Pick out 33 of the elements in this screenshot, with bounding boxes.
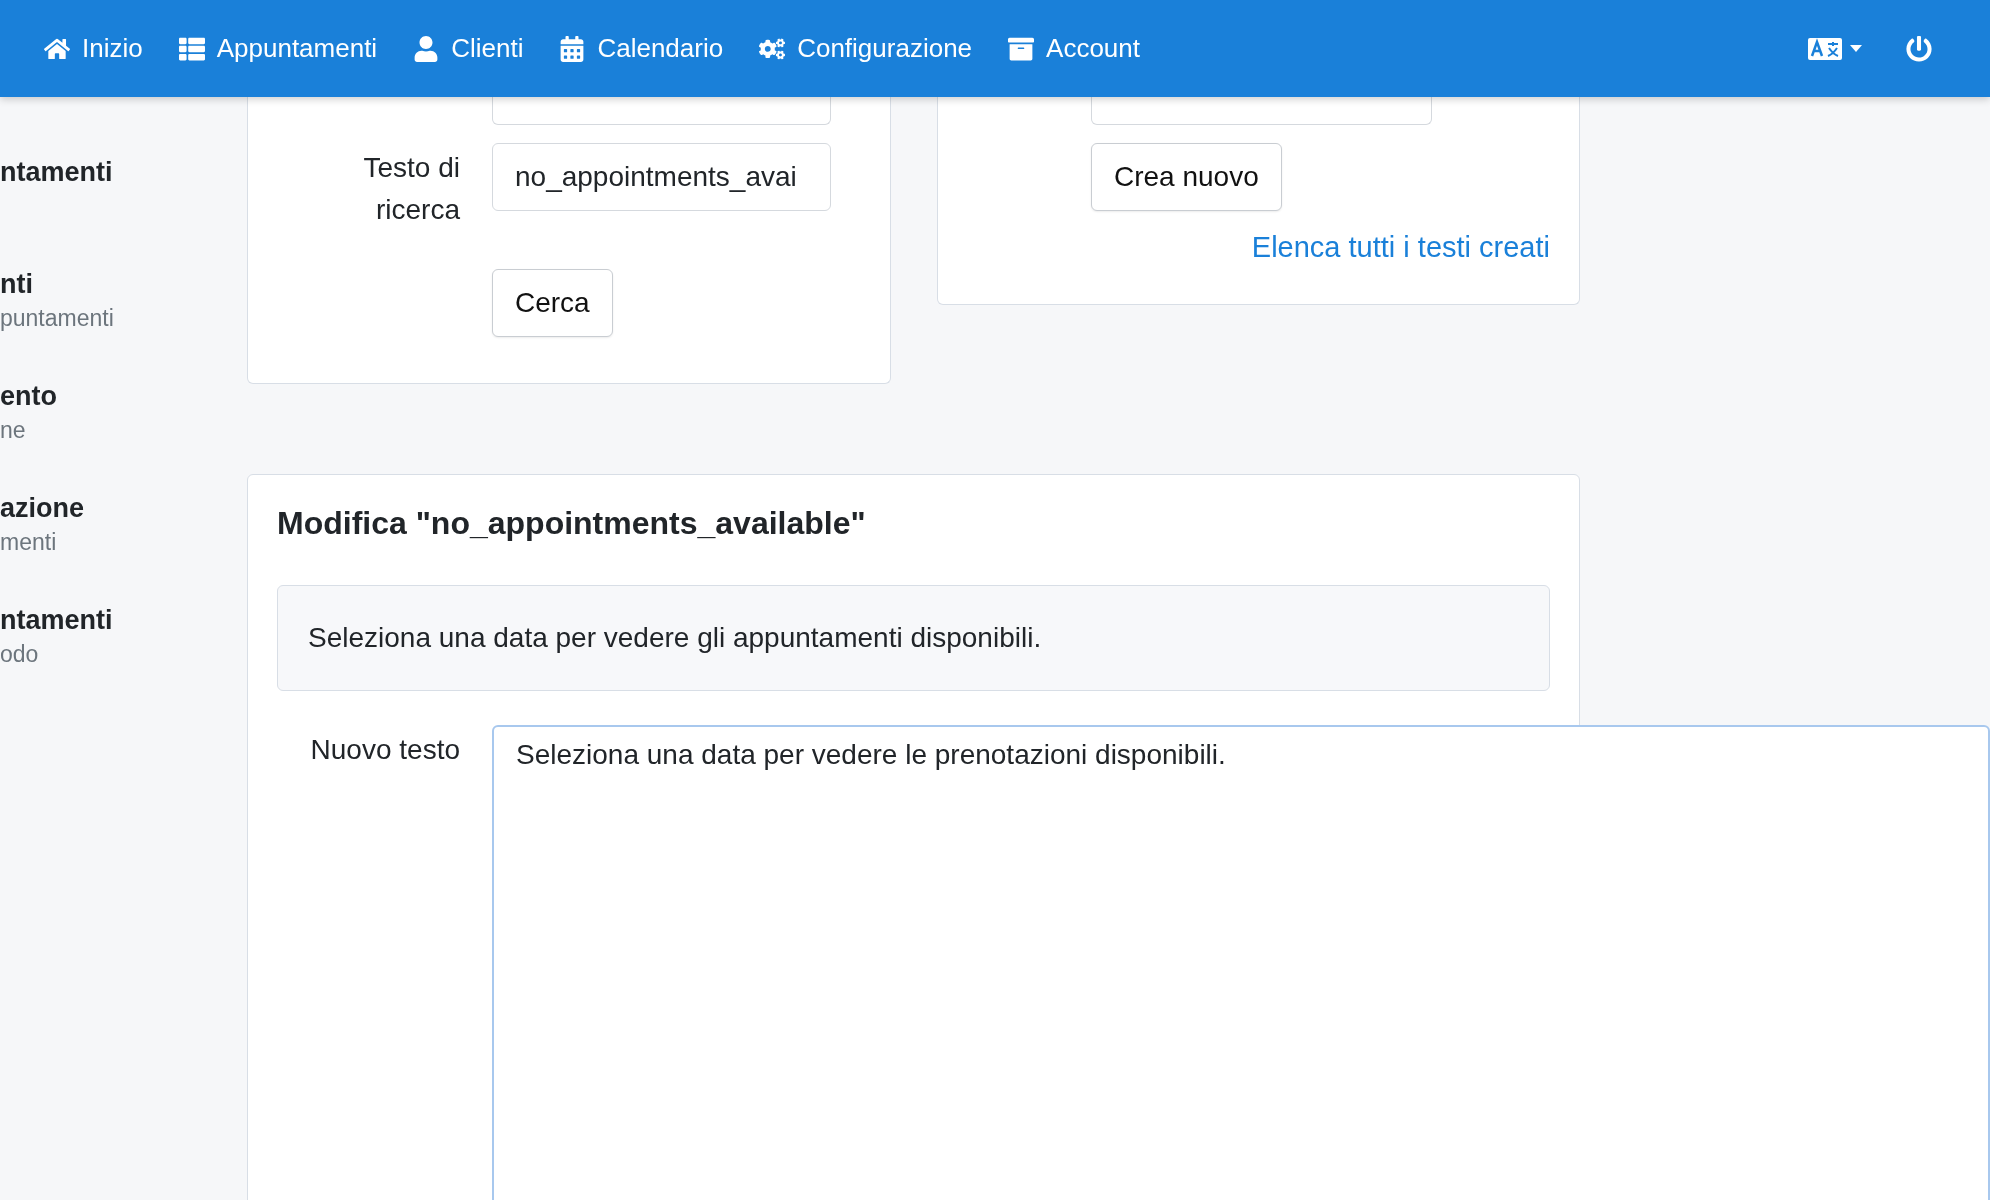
field-label: Testo di ricerca — [362, 151, 460, 227]
archive-box-icon — [1008, 35, 1035, 62]
nav-link[interactable]: Account — [1008, 33, 1140, 64]
nav-link[interactable]: Appuntamenti — [178, 33, 378, 64]
create-button[interactable]: Crea nuovo — [1091, 143, 1282, 211]
list-icon — [178, 35, 205, 62]
sidebar-subtitle: puntamenti — [0, 304, 115, 333]
sidebar-link[interactable]: ntamenti — [0, 602, 247, 638]
sidebar-subtitle: menti — [0, 528, 58, 557]
nav-link[interactable]: Inizio — [44, 33, 143, 64]
field-label: Nuovo testo — [309, 733, 460, 767]
card-title: Modifica "no_appointments_available" — [277, 504, 867, 543]
sidebar-subtitle: ne — [0, 416, 27, 445]
logout-button[interactable] — [1906, 35, 1932, 62]
text-area[interactable]: Seleziona una data per vedere le prenotazioni disponibili. — [492, 725, 1990, 1200]
sidebar-link[interactable]: azione — [0, 490, 247, 526]
language-menu-button[interactable] — [1808, 37, 1862, 60]
sidebar-link[interactable]: nti — [0, 266, 247, 302]
translate-icon — [1808, 37, 1842, 60]
nav-link[interactable]: Clienti — [413, 33, 524, 64]
power-icon — [1906, 35, 1932, 62]
user-icon — [413, 35, 440, 62]
sidebar-link[interactable]: ento — [0, 378, 247, 414]
original-text: Seleziona una data per vedere gli appuntamenti disponibili. — [277, 585, 1550, 691]
nav-link[interactable]: Configurazione — [759, 33, 973, 64]
search-button[interactable]: Cerca — [492, 269, 613, 337]
sidebar-link[interactable]: ntamenti — [0, 154, 247, 190]
sidebar-subtitle: odo — [0, 640, 40, 669]
search-field[interactable]: no_appointments_avai — [492, 143, 831, 211]
nav-link[interactable]: Calendario — [559, 33, 724, 64]
caret-icon — [1850, 45, 1862, 52]
list-texts-link[interactable]: Elenca tutti i testi creati — [1251, 231, 1550, 264]
calendar-icon — [559, 35, 586, 62]
